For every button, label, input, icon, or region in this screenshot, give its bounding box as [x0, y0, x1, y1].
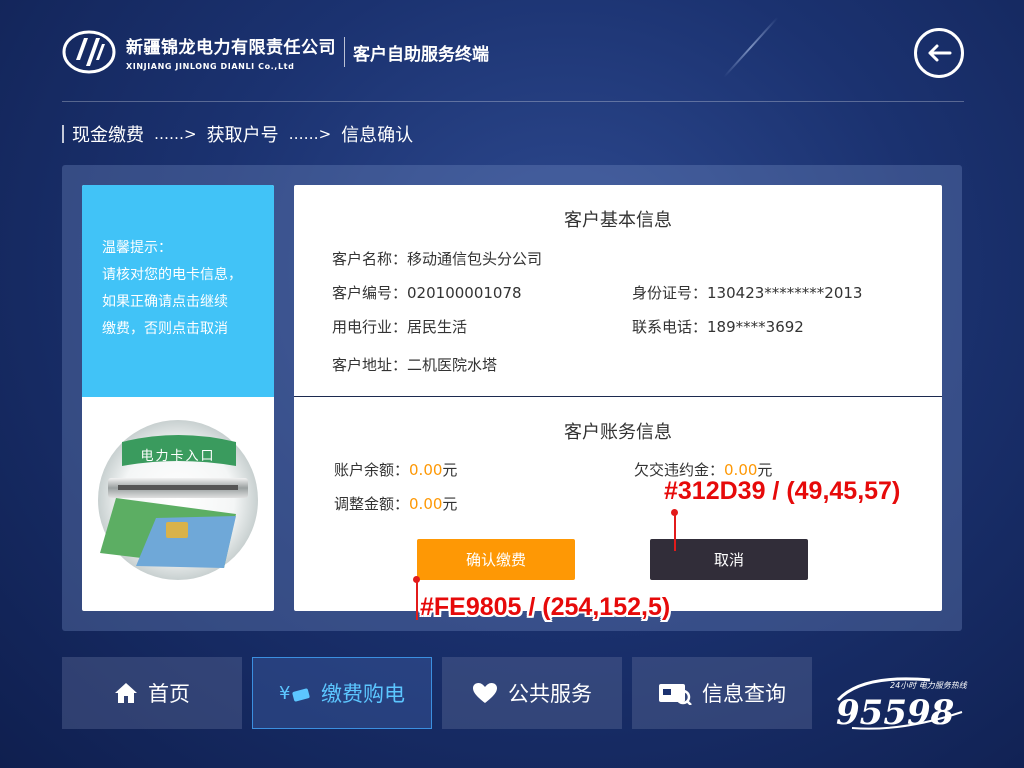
hotline-number: 95598	[836, 693, 954, 732]
industry-field: 用电行业：居民生活	[332, 316, 467, 337]
balance-value: 0.00	[409, 461, 443, 479]
customer-name-field: 客户名称：移动通信包头分公司	[332, 248, 542, 269]
tip-line: 如果正确请点击继续	[102, 294, 228, 310]
nav-home-button[interactable]: 首页	[62, 657, 242, 729]
adjustment-unit: 元	[442, 495, 458, 513]
annotation-line-confirm	[416, 580, 418, 620]
basic-info-title: 客户基本信息	[564, 210, 672, 231]
hotline-slogan: 24小时 电力服务热线	[890, 681, 968, 690]
annotation-line-cancel	[674, 513, 676, 551]
company-name-cn: 新疆锦龙电力有限责任公司	[126, 38, 336, 58]
customer-name-value: 移动通信包头分公司	[407, 250, 543, 268]
nav-home-label: 首页	[148, 682, 190, 706]
breadcrumb: 现金缴费 ……> 获取户号 ……> 信息确认	[62, 121, 413, 147]
header: 新疆锦龙电力有限责任公司 XINJIANG JINLONG DIANLI Co.…	[62, 30, 489, 74]
tip-panel: 温馨提示： 请核对您的电卡信息， 如果正确请点击继续 缴费，否则点击取消 电力卡…	[82, 185, 274, 611]
balance-label: 账户余额：	[334, 461, 410, 479]
company-logo-icon	[62, 30, 116, 74]
customer-number-value: 020100001078	[407, 284, 522, 302]
adjustment-value: 0.00	[409, 495, 443, 513]
heart-hands-icon	[472, 682, 498, 704]
adjustment-field: 调整金额：0.00元	[334, 493, 457, 514]
company-name-en: XINJIANG JINLONG DIANLI Co.,Ltd	[126, 62, 295, 71]
customer-name-label: 客户名称：	[332, 250, 408, 268]
customer-info-panel: 客户基本信息 客户名称：移动通信包头分公司 客户编号：020100001078 …	[294, 185, 942, 611]
annotation-confirm-color: #FE9805 / (254,152,5)	[420, 593, 671, 621]
breadcrumb-marker	[62, 125, 64, 143]
yuan-card-icon: ¥	[279, 682, 311, 704]
annotation-cancel-color: #312D39 / (49,45,57)	[664, 477, 901, 505]
phone-field: 联系电话：189****3692	[632, 316, 804, 337]
address-label: 客户地址：	[332, 356, 408, 374]
id-number-label: 身份证号：	[632, 284, 708, 302]
id-number-field: 身份证号：130423********2013	[632, 282, 862, 303]
id-number-value: 130423********2013	[707, 284, 863, 302]
terminal-title: 客户自助服务终端	[353, 44, 489, 65]
back-button[interactable]	[914, 28, 964, 78]
header-separator	[344, 37, 345, 67]
card-slot-illustration: 电力卡入口	[98, 420, 258, 580]
breadcrumb-step-confirm-info: 信息确认	[341, 125, 414, 146]
hotline-95598-logo: 24小时 电力服务热线 95598	[836, 677, 968, 732]
breadcrumb-step-get-account: 获取户号	[206, 125, 279, 146]
adjustment-label: 调整金额：	[334, 495, 410, 513]
breadcrumb-arrow: ……>	[154, 125, 197, 143]
arrow-left-icon	[928, 44, 952, 62]
card-search-icon	[658, 681, 692, 705]
address-value: 二机医院水塔	[407, 356, 498, 374]
tip-line: 缴费，否则点击取消	[102, 321, 228, 337]
balance-field: 账户余额：0.00元	[334, 459, 457, 480]
confirm-payment-button[interactable]: 确认缴费	[417, 539, 575, 580]
balance-unit: 元	[442, 461, 458, 479]
home-icon	[114, 682, 138, 704]
nav-info-query-label: 信息查询	[702, 682, 786, 706]
nav-pay-button[interactable]: ¥ 缴费购电	[252, 657, 432, 729]
industry-label: 用电行业：	[332, 318, 408, 336]
nav-info-query-button[interactable]: 信息查询	[632, 657, 812, 729]
industry-value: 居民生活	[407, 318, 468, 336]
phone-value: 189****3692	[707, 318, 804, 336]
customer-number-label: 客户编号：	[332, 284, 408, 302]
address-field: 客户地址：二机医院水塔	[332, 354, 497, 375]
account-info-title: 客户账务信息	[564, 422, 672, 443]
phone-label: 联系电话：	[632, 318, 708, 336]
header-divider	[62, 101, 964, 102]
background-streak	[723, 16, 779, 78]
tip-line: 温馨提示：	[102, 240, 172, 256]
nav-public-service-button[interactable]: 公共服务	[442, 657, 622, 729]
svg-text:¥: ¥	[279, 683, 290, 704]
customer-number-field: 客户编号：020100001078	[332, 282, 522, 303]
tip-message: 温馨提示： 请核对您的电卡信息， 如果正确请点击继续 缴费，否则点击取消	[82, 185, 274, 397]
card-slot-label: 电力卡入口	[140, 449, 215, 464]
nav-pay-label: 缴费购电	[321, 682, 405, 706]
breadcrumb-step-cash-payment: 现金缴费	[72, 125, 144, 146]
nav-public-service-label: 公共服务	[508, 682, 592, 706]
tip-line: 请核对您的电卡信息，	[102, 267, 242, 283]
breadcrumb-arrow: ……>	[288, 125, 332, 143]
section-divider	[294, 396, 942, 397]
company-name: 新疆锦龙电力有限责任公司 XINJIANG JINLONG DIANLI Co.…	[126, 33, 336, 71]
